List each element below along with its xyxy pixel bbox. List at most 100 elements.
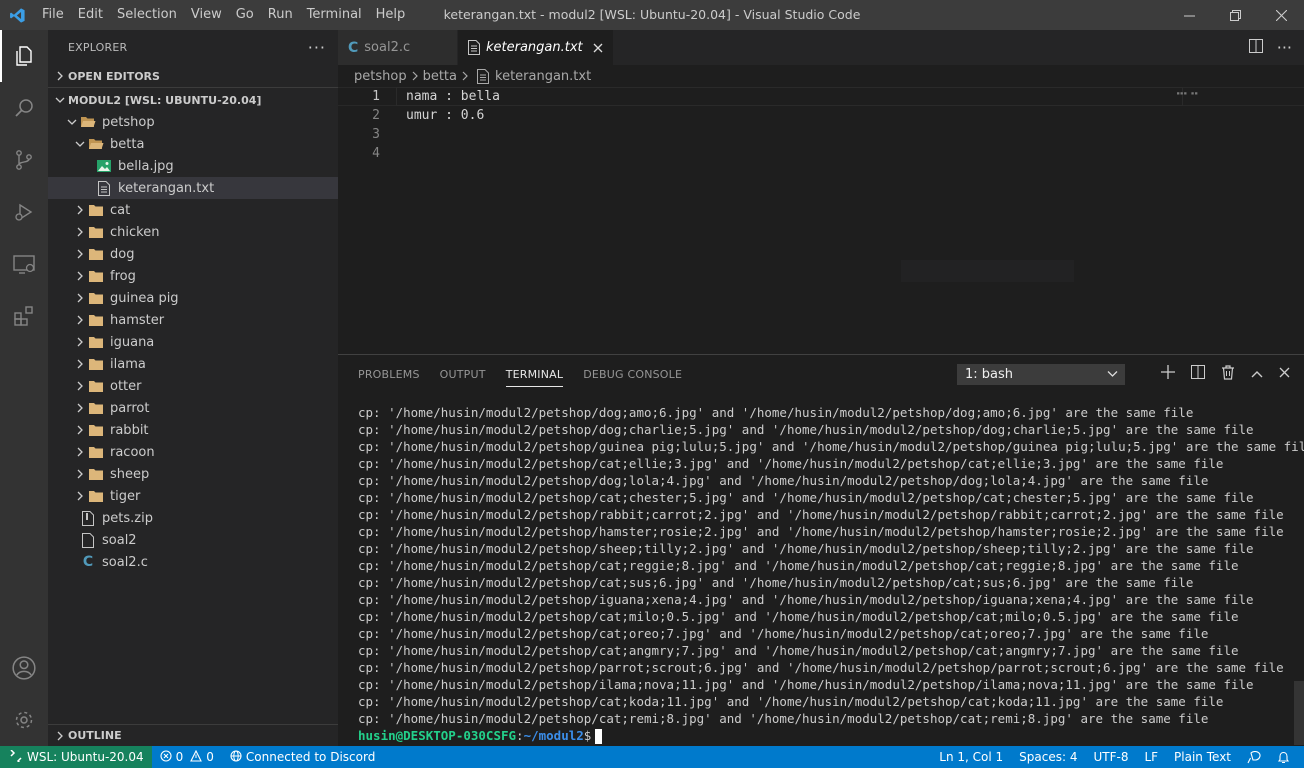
- menu-help[interactable]: Help: [369, 0, 413, 30]
- bell-icon[interactable]: [1269, 746, 1298, 768]
- cursor-position[interactable]: Ln 1, Col 1: [931, 746, 1011, 768]
- terminal-select-value: 1: bash: [965, 367, 1014, 382]
- feedback-icon[interactable]: [1239, 746, 1269, 768]
- discord-indicator[interactable]: Connected to Discord: [222, 746, 383, 768]
- menu-bar: File Edit Selection View Go Run Terminal…: [35, 0, 412, 30]
- close-panel-icon[interactable]: [1279, 367, 1290, 382]
- tree-folder-betta[interactable]: betta: [48, 133, 338, 155]
- folder-icon: [88, 378, 104, 394]
- indentation[interactable]: Spaces: 4: [1011, 746, 1085, 768]
- remote-explorer-activity[interactable]: [0, 238, 48, 290]
- menu-view[interactable]: View: [184, 0, 229, 30]
- menu-terminal[interactable]: Terminal: [300, 0, 369, 30]
- tree-label: soal2.c: [102, 554, 148, 570]
- close-icon: [1275, 9, 1287, 21]
- terminal-select[interactable]: 1: bash: [957, 364, 1125, 385]
- chevron-right-icon: [72, 290, 88, 306]
- tab-output[interactable]: OUTPUT: [430, 355, 496, 393]
- tree-folder[interactable]: dog: [48, 243, 338, 265]
- manage-activity[interactable]: [0, 694, 48, 746]
- code-line: 3: [338, 125, 1304, 144]
- tree-folder[interactable]: ilama: [48, 353, 338, 375]
- split-editor-icon[interactable]: [1248, 38, 1263, 57]
- code-editor[interactable]: 1 nama : bella 2 umur : 0.6 3 4 ▪▪▪ ▪▪: [338, 87, 1304, 354]
- explorer-activity[interactable]: [0, 30, 48, 82]
- tree-file-bella-jpg[interactable]: bella.jpg: [48, 155, 338, 177]
- breadcrumb-item[interactable]: betta: [423, 69, 457, 84]
- editor-tabs: C soal2.c keterangan.txt ···: [338, 30, 1304, 65]
- end-of-line[interactable]: LF: [1136, 746, 1166, 768]
- tree-folder[interactable]: iguana: [48, 331, 338, 353]
- open-editors-section[interactable]: OPEN EDITORS: [48, 65, 338, 87]
- more-actions-icon[interactable]: ···: [1277, 38, 1292, 57]
- tab-terminal[interactable]: TERMINAL: [496, 355, 574, 393]
- terminal-line: cp: '/home/husin/modul2/petshop/rabbit;c…: [358, 507, 1284, 522]
- workspace-section[interactable]: MODUL2 [WSL: UBUNTU-20.04]: [48, 89, 338, 111]
- chevron-right-icon: [72, 312, 88, 328]
- tree-folder[interactable]: frog: [48, 265, 338, 287]
- menu-run[interactable]: Run: [261, 0, 300, 30]
- new-terminal-icon[interactable]: [1161, 365, 1175, 383]
- maximize-panel-icon[interactable]: [1251, 367, 1263, 382]
- tree-file-soal2-c[interactable]: C soal2.c: [48, 551, 338, 573]
- debug-icon: [15, 203, 33, 221]
- tree-file-pets-zip[interactable]: pets.zip: [48, 507, 338, 529]
- more-actions-icon[interactable]: ···: [308, 38, 326, 57]
- menu-go[interactable]: Go: [229, 0, 261, 30]
- run-debug-activity[interactable]: [0, 186, 48, 238]
- extensions-activity[interactable]: [0, 290, 48, 342]
- language-mode[interactable]: Plain Text: [1166, 746, 1239, 768]
- trash-icon[interactable]: [1221, 364, 1235, 384]
- split-terminal-icon[interactable]: [1191, 365, 1205, 383]
- gear-icon: [15, 711, 33, 729]
- tab-problems[interactable]: PROBLEMS: [348, 355, 430, 393]
- minimap[interactable]: ▪▪▪ ▪▪: [1176, 90, 1198, 97]
- tree-folder[interactable]: rabbit: [48, 419, 338, 441]
- tab-soal2-c[interactable]: C soal2.c: [338, 30, 458, 65]
- remote-indicator[interactable]: WSL: Ubuntu-20.04: [0, 746, 152, 768]
- line-number: 2: [372, 108, 380, 123]
- tree-file-keterangan-txt[interactable]: keterangan.txt: [48, 177, 338, 199]
- line-number: 4: [372, 146, 380, 161]
- minimize-button[interactable]: [1166, 0, 1212, 30]
- restore-button[interactable]: [1212, 0, 1258, 30]
- tree-folder-petshop[interactable]: petshop: [48, 111, 338, 133]
- chevron-right-icon: [72, 356, 88, 372]
- close-window-button[interactable]: [1258, 0, 1304, 30]
- source-control-activity[interactable]: [0, 134, 48, 186]
- breadcrumb-item[interactable]: petshop: [354, 69, 407, 84]
- zip-file-icon: [80, 510, 96, 526]
- folder-icon: [88, 202, 104, 218]
- menu-selection[interactable]: Selection: [110, 0, 184, 30]
- tree-folder[interactable]: parrot: [48, 397, 338, 419]
- activity-bar: [0, 30, 48, 746]
- tree-label: otter: [110, 378, 142, 394]
- tree-folder[interactable]: tiger: [48, 485, 338, 507]
- code-line: 4: [338, 144, 1304, 163]
- tree-folder[interactable]: guinea pig: [48, 287, 338, 309]
- breadcrumb-item[interactable]: keterangan.txt: [495, 69, 591, 84]
- menu-file[interactable]: File: [35, 0, 71, 30]
- tree-folder[interactable]: sheep: [48, 463, 338, 485]
- tree-folder[interactable]: racoon: [48, 441, 338, 463]
- menu-edit[interactable]: Edit: [71, 0, 110, 30]
- tree-file-soal2[interactable]: soal2: [48, 529, 338, 551]
- encoding[interactable]: UTF-8: [1085, 746, 1136, 768]
- outline-section[interactable]: OUTLINE: [48, 724, 338, 746]
- tab-keterangan-txt[interactable]: keterangan.txt: [458, 30, 614, 65]
- close-tab-icon[interactable]: [593, 43, 603, 53]
- tree-folder[interactable]: hamster: [48, 309, 338, 331]
- accounts-activity[interactable]: [0, 642, 48, 694]
- tree-folder[interactable]: otter: [48, 375, 338, 397]
- folder-icon: [88, 400, 104, 416]
- tree-folder[interactable]: chicken: [48, 221, 338, 243]
- tab-debug-console[interactable]: DEBUG CONSOLE: [573, 355, 692, 393]
- terminal-scrollbar[interactable]: [1294, 681, 1304, 745]
- warning-count: 0: [206, 750, 214, 764]
- terminal-line: cp: '/home/husin/modul2/petshop/ilama;no…: [358, 677, 1254, 692]
- vscode-logo-icon[interactable]: [0, 0, 35, 30]
- problems-indicator[interactable]: 0 0: [152, 746, 222, 768]
- search-activity[interactable]: [0, 82, 48, 134]
- terminal-output[interactable]: cp: '/home/husin/modul2/petshop/dog;amo;…: [338, 393, 1304, 744]
- tree-folder[interactable]: cat: [48, 199, 338, 221]
